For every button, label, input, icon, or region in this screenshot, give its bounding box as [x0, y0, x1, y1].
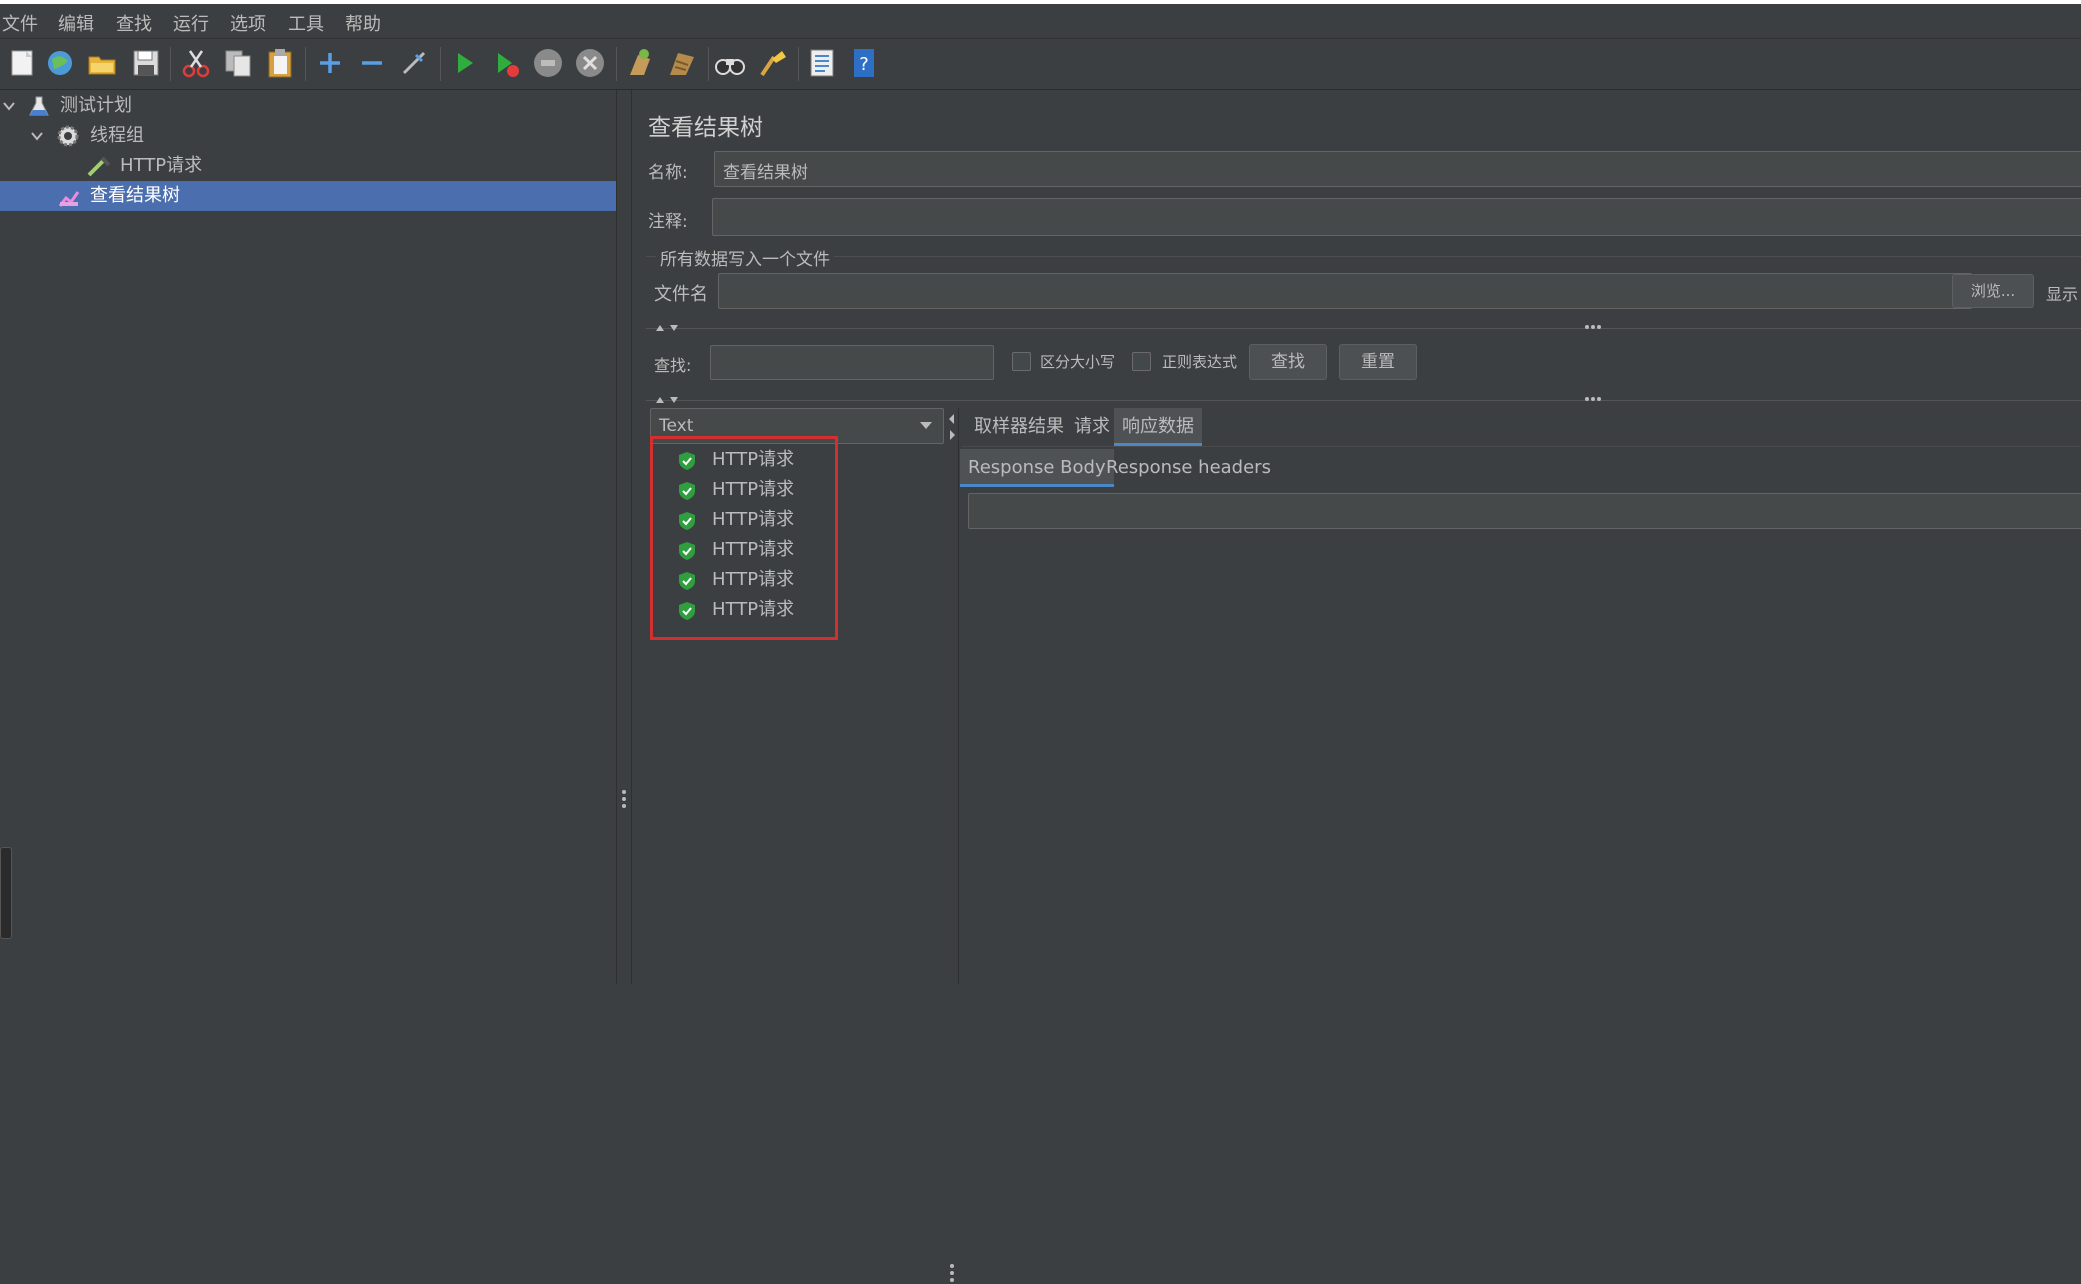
collapse-arrows-icon[interactable] — [654, 394, 682, 406]
reset-button[interactable]: 重置 — [1339, 344, 1417, 380]
name-label: 名称: — [648, 163, 688, 183]
menu-help[interactable]: 帮助 — [345, 10, 381, 36]
find-button[interactable]: 查找 — [1249, 344, 1327, 380]
file-label: 文件名 — [654, 284, 708, 305]
results-splitter[interactable] — [946, 408, 959, 1282]
toolbar-separator — [798, 47, 799, 81]
splitter-arrows-icon[interactable] — [948, 412, 956, 442]
sampler-pipette-icon — [87, 156, 111, 177]
chevron-down-icon[interactable] — [30, 130, 44, 142]
remove-icon[interactable] — [356, 47, 388, 79]
browse-button[interactable]: 浏览... — [1952, 274, 2034, 308]
highlight-box — [650, 436, 838, 640]
more-dots-icon[interactable] — [1584, 395, 1602, 403]
file-group-title: 所有数据写入一个文件 — [656, 245, 834, 270]
main-splitter[interactable] — [616, 90, 632, 984]
comment-field[interactable] — [712, 198, 2081, 236]
tab-sampler-result[interactable]: 取样器结果 — [966, 408, 1072, 446]
more-dots-icon[interactable] — [1584, 323, 1602, 331]
tree-node-test-plan[interactable]: 测试计划 — [0, 91, 616, 121]
new-icon[interactable] — [6, 47, 38, 79]
cut-icon[interactable] — [180, 47, 212, 79]
help-icon[interactable]: ? — [848, 47, 880, 79]
case-sensitive-checkbox[interactable] — [1012, 352, 1031, 371]
menu-run[interactable]: 运行 — [173, 10, 209, 36]
tree-label: 线程组 — [90, 125, 144, 146]
save-icon[interactable] — [130, 47, 162, 79]
tree-label: 查看结果树 — [90, 185, 180, 206]
subtab-response-body[interactable]: Response Body — [960, 449, 1114, 487]
open-icon[interactable] — [86, 47, 118, 79]
menu-search[interactable]: 查找 — [116, 10, 152, 36]
toggle-icon[interactable] — [398, 47, 430, 79]
gear-icon — [57, 125, 79, 147]
file-name-field[interactable] — [718, 273, 1972, 309]
comment-label: 注释: — [648, 212, 688, 232]
reset-search-icon[interactable] — [756, 47, 788, 79]
subtab-response-headers[interactable]: Response headers — [1098, 449, 1279, 487]
stop-icon[interactable] — [532, 47, 564, 79]
add-icon[interactable] — [314, 47, 346, 79]
collapse-arrows-icon[interactable] — [654, 322, 682, 334]
splitter-grip-icon[interactable] — [620, 788, 628, 810]
chevron-down-icon[interactable] — [919, 421, 933, 431]
toolbar-separator — [708, 47, 709, 81]
toolbar-separator — [440, 47, 441, 81]
tab-response-data[interactable]: 响应数据 — [1114, 408, 1202, 446]
search-icon[interactable] — [714, 47, 746, 79]
copy-icon[interactable] — [222, 47, 254, 79]
start-icon[interactable] — [448, 47, 480, 79]
result-tree-panel: 查看结果树 名称: 查看结果树 注释: 所有数据写入一个文件 文件名 浏览...… — [632, 90, 2081, 1282]
menu-file[interactable]: 文件 — [2, 10, 38, 36]
paste-icon[interactable] — [264, 47, 296, 79]
menu-tools[interactable]: 工具 — [288, 10, 324, 36]
tree-node-thread-group[interactable]: 线程组 — [0, 121, 616, 151]
display-label: 显示 — [2046, 285, 2079, 304]
shutdown-icon[interactable] — [574, 47, 606, 79]
function-helper-icon[interactable] — [806, 47, 838, 79]
listener-chart-icon — [58, 191, 80, 207]
side-gauge — [0, 847, 12, 939]
toolbar-separator — [305, 47, 306, 81]
name-field-value: 查看结果树 — [723, 163, 808, 183]
clear-all-icon[interactable] — [666, 47, 698, 79]
regex-checkbox[interactable] — [1132, 352, 1151, 371]
tree-node-http-request[interactable]: HTTP请求 — [0, 151, 616, 181]
chevron-down-icon[interactable] — [2, 100, 16, 112]
case-sensitive-label: 区分大小写 — [1040, 353, 1116, 371]
menu-options[interactable]: 选项 — [230, 10, 266, 36]
menu-edit[interactable]: 编辑 — [58, 10, 94, 36]
splitter-grip-icon[interactable] — [948, 1262, 956, 1284]
tree-label: HTTP请求 — [120, 155, 203, 176]
section-divider — [646, 400, 2081, 401]
svg-text:?: ? — [859, 54, 869, 75]
file-group-border — [646, 256, 2081, 257]
toolbar-separator — [170, 47, 171, 81]
tab-divider — [962, 446, 2081, 447]
response-body-area[interactable] — [968, 493, 2081, 529]
menu-bar: 文件 编辑 查找 运行 选项 工具 帮助 — [0, 4, 2081, 39]
search-label: 查找: — [654, 356, 692, 375]
panel-title: 查看结果树 — [648, 115, 763, 141]
flask-icon — [29, 96, 49, 116]
start-no-pause-icon[interactable] — [490, 47, 522, 79]
renderer-select-value: Text — [659, 416, 694, 436]
tree-node-result-tree[interactable]: 查看结果树 — [0, 181, 616, 211]
search-input[interactable] — [710, 345, 994, 380]
section-divider — [646, 328, 2081, 329]
tab-request[interactable]: 请求 — [1066, 408, 1118, 446]
regex-label: 正则表达式 — [1162, 353, 1238, 371]
tree-label: 测试计划 — [60, 95, 132, 116]
test-plan-tree: 测试计划 线程组 HTTP请求 查看结果树 — [0, 90, 616, 984]
toolbar: ? — [0, 39, 2081, 90]
name-field[interactable]: 查看结果树 — [714, 151, 2081, 187]
clear-icon[interactable] — [624, 47, 656, 79]
templates-icon[interactable] — [44, 47, 76, 79]
toolbar-separator — [616, 47, 617, 81]
